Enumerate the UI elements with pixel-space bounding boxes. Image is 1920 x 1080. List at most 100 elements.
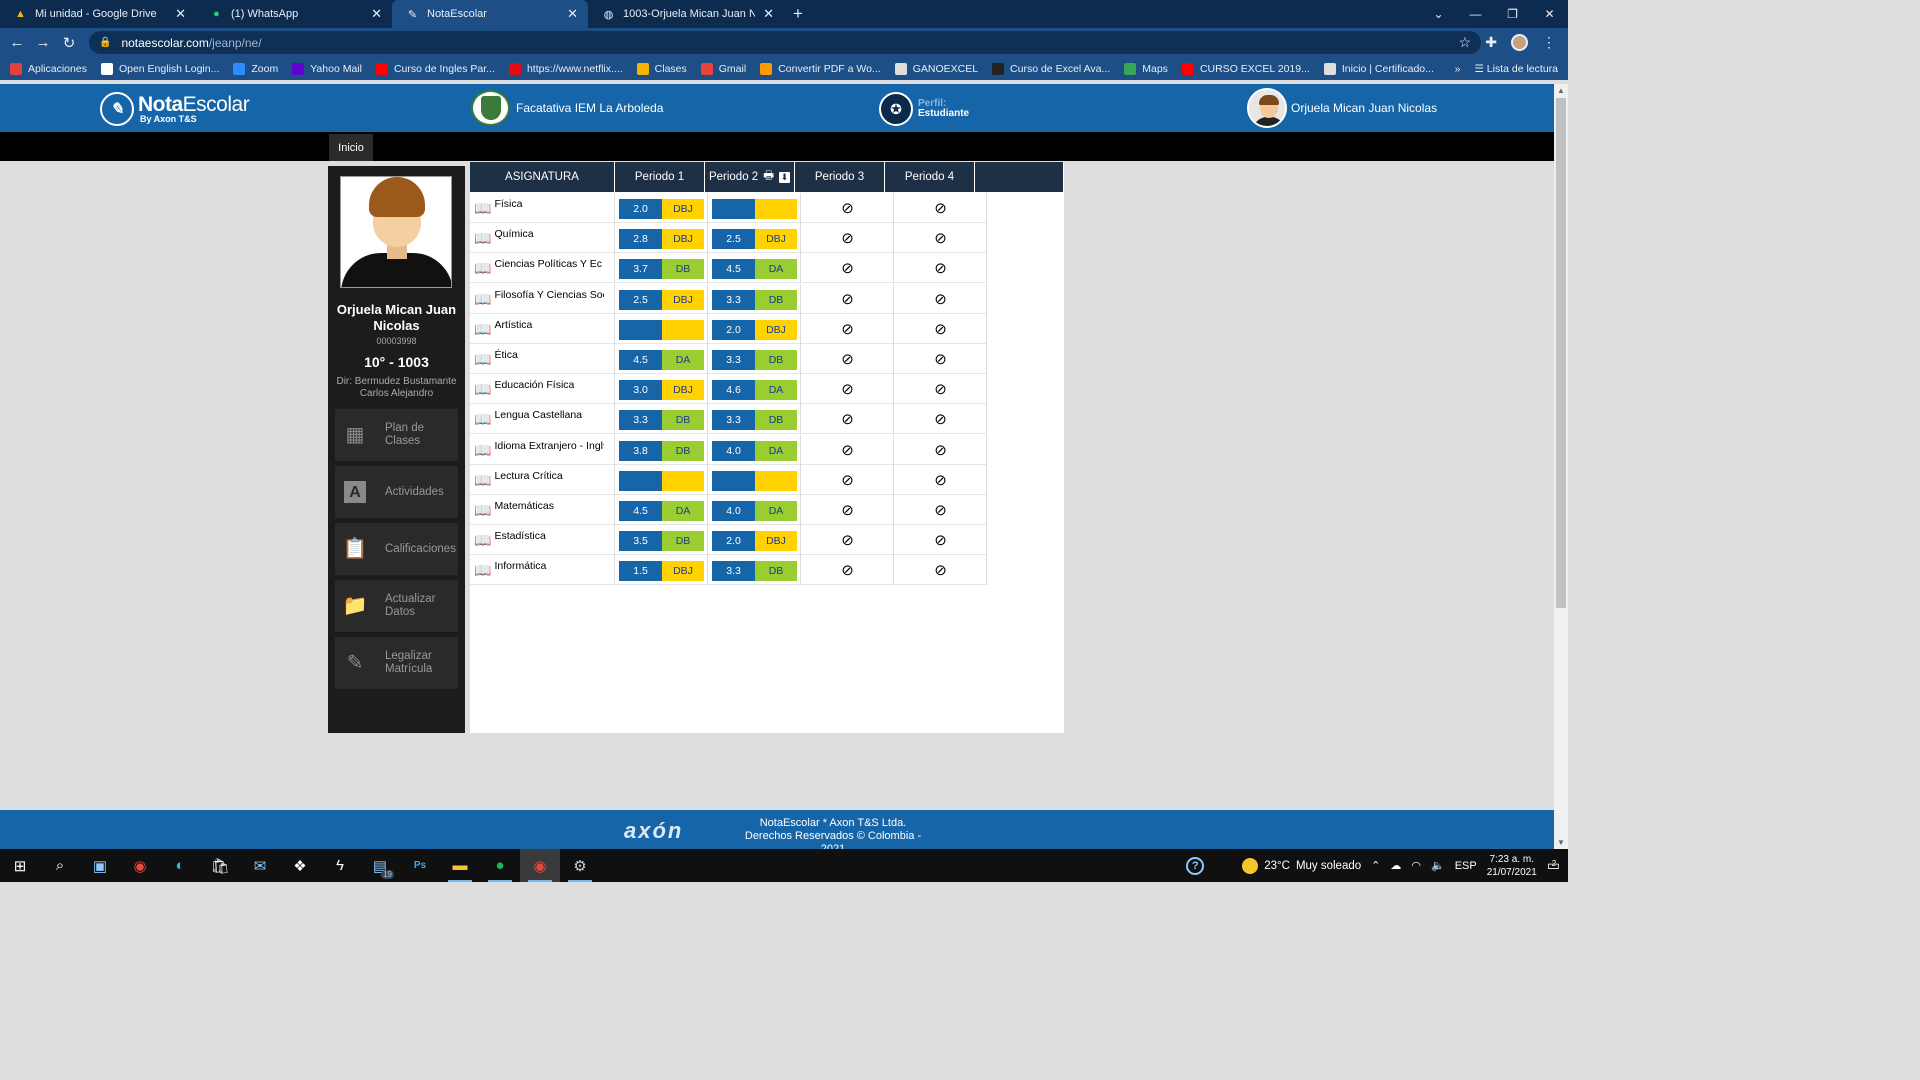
file-explorer-icon[interactable]: ▬ xyxy=(440,849,480,882)
calificaciones-button[interactable]: 📋 Calificaciones xyxy=(335,523,458,575)
scroll-up-icon[interactable]: ▲ xyxy=(1557,86,1565,95)
restore-button[interactable]: ❐ xyxy=(1494,0,1531,28)
grade-badge[interactable]: 2.0 DBJ xyxy=(712,319,797,340)
grade-badge[interactable]: 2.0 DBJ xyxy=(712,531,797,552)
back-button[interactable]: ← xyxy=(4,34,30,51)
calendar-app-icon[interactable]: ▤ 19 xyxy=(360,849,400,882)
grade-badge[interactable]: 3.5 DB xyxy=(619,531,704,552)
grade-badge[interactable]: 4.5 DA xyxy=(619,350,704,370)
bookmark-item[interactable]: Curso de Ingles Par... xyxy=(375,62,495,75)
user-menu[interactable]: Orjuela Mican Juan Nicolas xyxy=(1247,88,1437,128)
grade-badge[interactable]: 3.3 DB xyxy=(619,410,704,431)
grade-badge[interactable]: 3.3 DB xyxy=(712,410,797,431)
bookmark-item[interactable]: CURSO EXCEL 2019... xyxy=(1181,62,1310,75)
grade-badge[interactable]: 2.8 DBJ xyxy=(619,229,704,250)
notifications-icon[interactable]: ▭ 2 xyxy=(1547,857,1560,874)
profile-avatar[interactable] xyxy=(1511,34,1528,51)
minimize-button[interactable]: — xyxy=(1457,0,1494,28)
tab-google-drive[interactable]: ▲ Mi unidad - Google Drive ✕ xyxy=(0,0,196,28)
bookmark-item[interactable]: Open English Login... xyxy=(100,62,219,75)
subject-cell[interactable]: 📖 Química xyxy=(470,223,615,254)
page-scrollbar[interactable]: ▲ ▼ xyxy=(1554,84,1568,849)
forward-button[interactable]: → xyxy=(30,34,56,51)
grade-badge[interactable]: 3.0 DBJ xyxy=(619,380,704,401)
help-icon[interactable]: ? xyxy=(1186,856,1205,875)
edge-icon[interactable]: ◐ xyxy=(160,849,200,882)
close-tab-icon[interactable]: ✕ xyxy=(763,6,774,22)
tab-search-icon[interactable]: ⌄ xyxy=(1420,0,1457,28)
plan-de-clases-button[interactable]: ▦ Plan de Clases xyxy=(335,409,458,461)
menu-inicio[interactable]: Inicio xyxy=(329,134,373,161)
subject-cell[interactable]: 📖 Ética xyxy=(470,344,615,374)
grade-badge[interactable]: 4.0 DA xyxy=(712,501,797,521)
scroll-thumb[interactable] xyxy=(1556,98,1566,608)
grade-badge[interactable]: 4.0 DA xyxy=(712,440,797,461)
wifi-icon[interactable]: ◠ xyxy=(1411,859,1421,872)
new-tab-button[interactable]: + xyxy=(784,0,812,28)
subject-cell[interactable]: 📖 Filosofía Y Ciencias Soc xyxy=(470,283,615,314)
tab-student-page[interactable]: ◍ 1003-Orjuela Mican Juan Nicolas ✕ xyxy=(588,0,784,28)
mail-icon[interactable]: ✉ xyxy=(240,849,280,882)
chrome-active-icon[interactable]: ◉ xyxy=(520,849,560,882)
menu-icon[interactable]: ⋮ xyxy=(1542,34,1556,51)
more-bookmarks-icon[interactable]: » xyxy=(1455,63,1461,75)
grade-badge[interactable]: 3.3 DB xyxy=(712,350,797,370)
photoshop-icon[interactable]: Ps xyxy=(400,849,440,882)
actualizar-datos-button[interactable]: 📁 Actualizar Datos xyxy=(335,580,458,632)
bookmark-item[interactable]: GANOEXCEL xyxy=(894,62,978,75)
subject-cell[interactable]: 📖 Educación Física xyxy=(470,374,615,405)
subject-cell[interactable]: 📖 Lectura Crítica xyxy=(470,464,615,495)
steam-icon[interactable]: ⚙ xyxy=(560,849,600,882)
grade-badge[interactable]: 2.5 DBJ xyxy=(619,289,704,310)
winamp-icon[interactable]: ϟ xyxy=(320,849,360,882)
close-tab-icon[interactable]: ✕ xyxy=(567,6,578,22)
language-indicator[interactable]: ESP xyxy=(1455,860,1477,872)
grade-badge[interactable]: 4.5 DA xyxy=(619,501,704,521)
bookmark-item[interactable]: Gmail xyxy=(700,62,746,75)
actividades-button[interactable]: A Actividades xyxy=(335,466,458,518)
bookmark-star-icon[interactable]: ☆ xyxy=(1458,34,1471,51)
subject-cell[interactable]: 📖 Informática xyxy=(470,555,615,586)
search-icon[interactable]: ⌕ xyxy=(40,849,80,882)
grade-badge[interactable] xyxy=(619,319,704,340)
grade-badge[interactable]: 4.5 DA xyxy=(712,259,797,280)
legalizar-matricula-button[interactable]: ✎ Legalizar Matrícula xyxy=(335,637,458,689)
bookmark-item[interactable]: Inicio | Certificado... xyxy=(1323,62,1434,75)
bookmark-item[interactable]: Maps xyxy=(1124,62,1168,75)
cloud-icon[interactable]: ☁ xyxy=(1390,859,1401,872)
notaescolar-logo[interactable]: ✎ NotaEscolar By Axon T&S xyxy=(100,92,250,126)
grade-badge[interactable]: 3.3 DB xyxy=(712,289,797,310)
bookmark-item[interactable]: Zoom xyxy=(233,62,278,75)
close-tab-icon[interactable]: ✕ xyxy=(175,6,186,22)
bookmark-item[interactable]: Aplicaciones xyxy=(10,62,87,75)
reload-button[interactable]: ↻ xyxy=(56,34,82,52)
grade-badge[interactable] xyxy=(712,470,797,491)
close-tab-icon[interactable]: ✕ xyxy=(371,6,382,22)
download-icon[interactable]: ⬇ xyxy=(779,171,791,183)
bookmark-item[interactable]: Convertir PDF a Wo... xyxy=(760,62,881,75)
task-view-icon[interactable]: ▣ xyxy=(80,849,120,882)
volume-icon[interactable]: 🔈 xyxy=(1431,859,1445,872)
reading-list-button[interactable]: ☰ Lista de lectura xyxy=(1474,63,1558,75)
bookmark-item[interactable]: Yahoo Mail xyxy=(292,62,362,75)
subject-cell[interactable]: 📖 Estadística xyxy=(470,525,615,556)
scroll-down-icon[interactable]: ▼ xyxy=(1557,838,1565,847)
url-input[interactable]: 🔒 notaescolar.com/jeanp/ne/ ☆ xyxy=(89,31,1481,54)
grade-badge[interactable]: 2.0 DBJ xyxy=(619,199,704,219)
chevron-up-icon[interactable]: ⌃ xyxy=(1371,859,1380,872)
subject-cell[interactable]: 📖 Lengua Castellana xyxy=(470,404,615,435)
bookmark-item[interactable]: https://www.netflix.... xyxy=(508,62,623,75)
store-icon[interactable]: 🛍 xyxy=(200,849,240,882)
subject-cell[interactable]: 📖 Ciencias Políticas Y Ec xyxy=(470,253,615,284)
subject-cell[interactable]: 📖 Matemáticas xyxy=(470,495,615,525)
clock[interactable]: 7:23 a. m. 21/07/2021 xyxy=(1487,853,1537,879)
chrome-icon[interactable]: ◉ xyxy=(120,849,160,882)
windows-start-icon[interactable]: ⊞ xyxy=(0,849,40,882)
subject-cell[interactable]: 📖 Artística xyxy=(470,313,615,344)
weather-widget[interactable]: 23°C Muy soleado xyxy=(1242,857,1361,874)
spotify-icon[interactable]: ● xyxy=(480,849,520,882)
tab-notaescolar[interactable]: ✎ NotaEscolar ✕ xyxy=(392,0,588,28)
print-icon[interactable]: 🖶 xyxy=(763,168,774,187)
grade-badge[interactable] xyxy=(712,199,797,219)
grade-badge[interactable]: 2.5 DBJ xyxy=(712,229,797,250)
